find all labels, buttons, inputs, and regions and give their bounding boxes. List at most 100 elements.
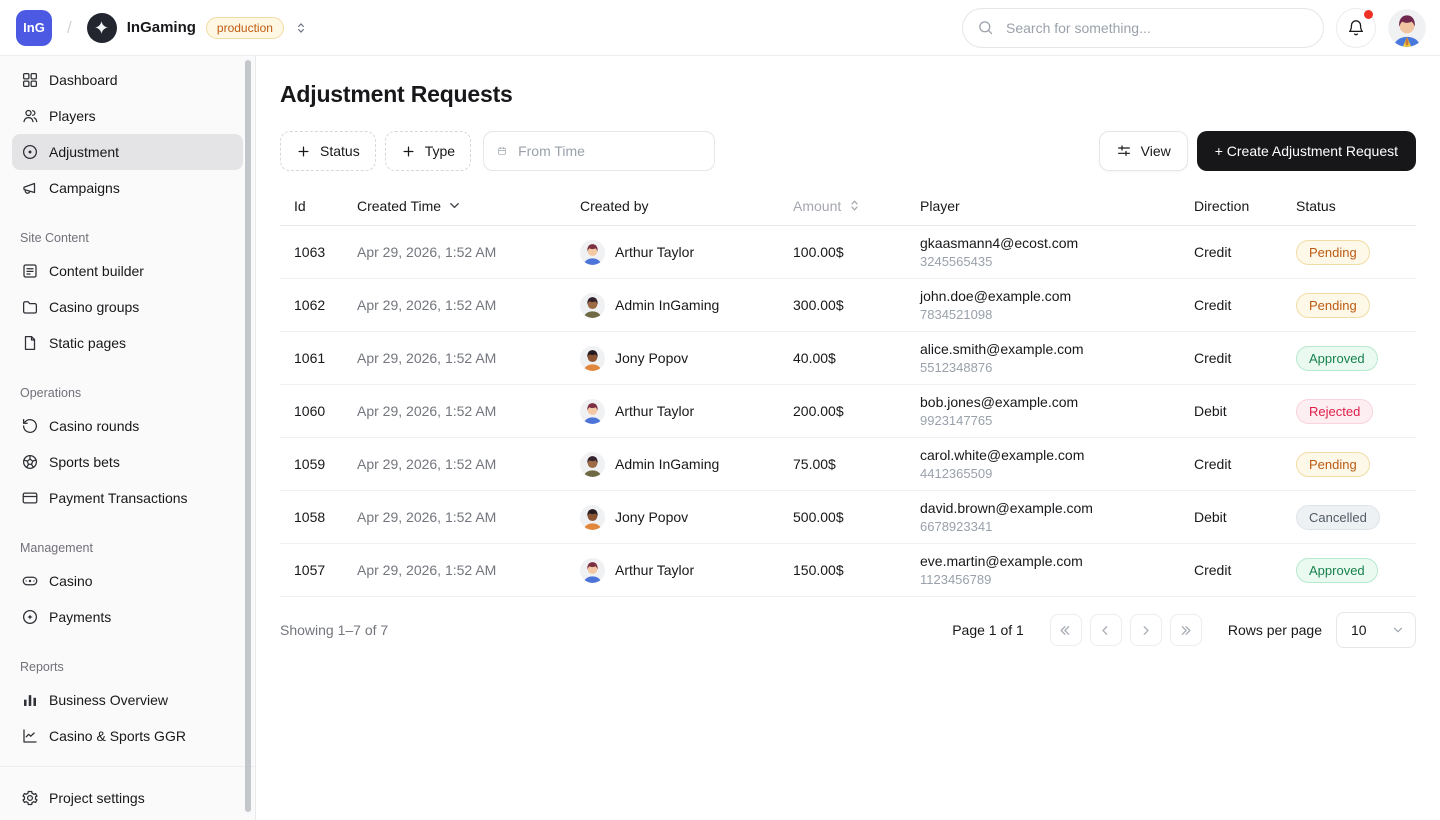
from-time-filter[interactable] bbox=[483, 131, 715, 171]
rows-per-page-label: Rows per page bbox=[1228, 622, 1322, 638]
sidebar-item-casino-sports-ggr[interactable]: Casino & Sports GGR bbox=[12, 718, 243, 754]
row-created-by: Jony Popov bbox=[580, 505, 793, 530]
create-adjustment-request-button[interactable]: + Create Adjustment Request bbox=[1197, 131, 1416, 171]
pager bbox=[1050, 614, 1202, 646]
row-created-time: Apr 29, 2026, 1:52 AM bbox=[357, 403, 580, 419]
sidebar-item-adjustment[interactable]: Adjustment bbox=[12, 134, 243, 170]
from-time-input[interactable] bbox=[516, 142, 701, 160]
first-page-button[interactable] bbox=[1050, 614, 1082, 646]
sidebar-item-label: Content builder bbox=[49, 263, 144, 279]
sidebar-item-label: Business Overview bbox=[49, 692, 168, 708]
sidebar-item-label: Static pages bbox=[49, 335, 126, 351]
creator-avatar bbox=[580, 240, 605, 265]
row-created-time: Apr 29, 2026, 1:52 AM bbox=[357, 297, 580, 313]
table-row[interactable]: 1058Apr 29, 2026, 1:52 AMJony Popov500.0… bbox=[280, 491, 1416, 544]
app-logo[interactable]: InG bbox=[16, 10, 52, 46]
sidebar-item-label: Payments bbox=[49, 609, 111, 625]
row-direction: Debit bbox=[1194, 403, 1296, 419]
row-amount: 500.00$ bbox=[793, 509, 920, 525]
column-header-status[interactable]: Status bbox=[1296, 198, 1416, 214]
column-header-created-by[interactable]: Created by bbox=[580, 198, 793, 214]
player-phone: 3245565435 bbox=[920, 254, 1194, 269]
row-created-time: Apr 29, 2026, 1:52 AM bbox=[357, 456, 580, 472]
user-avatar[interactable] bbox=[1388, 9, 1426, 47]
table-row[interactable]: 1063Apr 29, 2026, 1:52 AMArthur Taylor10… bbox=[280, 226, 1416, 279]
sidebar-item-dashboard[interactable]: Dashboard bbox=[12, 62, 243, 98]
sidebar-section-label: Management bbox=[0, 541, 255, 555]
table-row[interactable]: 1060Apr 29, 2026, 1:52 AMArthur Taylor20… bbox=[280, 385, 1416, 438]
sort-icon bbox=[847, 198, 862, 213]
bar-chart-icon bbox=[21, 691, 39, 709]
search-input[interactable] bbox=[1004, 19, 1309, 37]
table-footer: Showing 1–7 of 7 Page 1 of 1 Rows per pa… bbox=[280, 612, 1416, 648]
sidebar-item-casino[interactable]: Casino bbox=[12, 563, 243, 599]
row-amount: 75.00$ bbox=[793, 456, 920, 472]
sidebar-footer: Project settings bbox=[0, 766, 255, 820]
notifications-button[interactable] bbox=[1336, 8, 1376, 48]
main-content: Adjustment Requests Status Type View + C… bbox=[256, 56, 1440, 820]
sidebar-section-label: Operations bbox=[0, 386, 255, 400]
row-status: Approved bbox=[1296, 558, 1416, 583]
row-status: Approved bbox=[1296, 346, 1416, 371]
next-page-button[interactable] bbox=[1130, 614, 1162, 646]
row-direction: Debit bbox=[1194, 509, 1296, 525]
column-header-created-time[interactable]: Created Time bbox=[357, 198, 580, 214]
player-phone: 1123456789 bbox=[920, 572, 1194, 587]
column-header-id[interactable]: Id bbox=[280, 198, 357, 214]
sidebar-item-payments[interactable]: Payments bbox=[12, 599, 243, 635]
sidebar-item-label: Campaigns bbox=[49, 180, 120, 196]
org-switcher[interactable]: InGaming production bbox=[87, 13, 308, 43]
table-body: 1063Apr 29, 2026, 1:52 AMArthur Taylor10… bbox=[280, 226, 1416, 597]
sidebar-item-label: Casino & Sports GGR bbox=[49, 728, 186, 744]
last-page-button[interactable] bbox=[1170, 614, 1202, 646]
table-row[interactable]: 1062Apr 29, 2026, 1:52 AMAdmin InGaming3… bbox=[280, 279, 1416, 332]
global-search[interactable] bbox=[962, 8, 1324, 48]
sidebar-item-static-pages[interactable]: Static pages bbox=[12, 325, 243, 361]
sidebar-item-label: Adjustment bbox=[49, 144, 119, 160]
prev-page-button[interactable] bbox=[1090, 614, 1122, 646]
status-badge: Approved bbox=[1296, 346, 1378, 371]
player-email: gkaasmann4@ecost.com bbox=[920, 235, 1194, 251]
sidebar-item-content-builder[interactable]: Content builder bbox=[12, 253, 243, 289]
sidebar-item-project-settings[interactable]: Project settings bbox=[12, 780, 243, 816]
status-badge: Approved bbox=[1296, 558, 1378, 583]
row-created-time: Apr 29, 2026, 1:52 AM bbox=[357, 509, 580, 525]
row-amount: 200.00$ bbox=[793, 403, 920, 419]
row-player: david.brown@example.com6678923341 bbox=[920, 500, 1194, 534]
sidebar-scrollbar[interactable] bbox=[245, 60, 251, 812]
rows-per-page-select[interactable]: 10 bbox=[1336, 612, 1416, 648]
row-id: 1059 bbox=[280, 456, 357, 472]
column-header-amount[interactable]: Amount bbox=[793, 198, 920, 214]
breadcrumb-separator: / bbox=[63, 18, 76, 38]
sidebar-item-business-overview[interactable]: Business Overview bbox=[12, 682, 243, 718]
player-email: eve.martin@example.com bbox=[920, 553, 1194, 569]
sidebar-item-payment-transactions[interactable]: Payment Transactions bbox=[12, 480, 243, 516]
header-right bbox=[962, 8, 1426, 48]
row-id: 1063 bbox=[280, 244, 357, 260]
notification-dot bbox=[1364, 10, 1373, 19]
dashboard-icon bbox=[21, 71, 39, 89]
type-filter-button[interactable]: Type bbox=[385, 131, 471, 171]
view-button[interactable]: View bbox=[1099, 131, 1188, 171]
row-player: eve.martin@example.com 1123456789 bbox=[920, 553, 1194, 587]
table-row[interactable]: 1057Apr 29, 2026, 1:52 AMArthur Taylor15… bbox=[280, 544, 1416, 597]
chevrons-up-down-icon[interactable] bbox=[294, 21, 308, 35]
row-player: bob.jones@example.com9923147765 bbox=[920, 394, 1194, 428]
row-created-time: Apr 29, 2026, 1:52 AM bbox=[357, 244, 580, 260]
toolbar: Status Type View + Create Adjustment Req… bbox=[280, 131, 1416, 171]
player-phone: 7834521098 bbox=[920, 307, 1194, 322]
row-created-by: Arthur Taylor bbox=[580, 399, 793, 424]
column-header-direction[interactable]: Direction bbox=[1194, 198, 1296, 214]
row-created-time: Apr 29, 2026, 1:52 AM bbox=[357, 350, 580, 366]
status-filter-button[interactable]: Status bbox=[280, 131, 376, 171]
sidebar-item-casino-groups[interactable]: Casino groups bbox=[12, 289, 243, 325]
sidebar-item-sports-bets[interactable]: Sports bets bbox=[12, 444, 243, 480]
table-row[interactable]: 1061Apr 29, 2026, 1:52 AMJony Popov40.00… bbox=[280, 332, 1416, 385]
table-row[interactable]: 1059Apr 29, 2026, 1:52 AMAdmin InGaming7… bbox=[280, 438, 1416, 491]
chevron-right-icon bbox=[1138, 623, 1153, 638]
sidebar-item-casino-rounds[interactable]: Casino rounds bbox=[12, 408, 243, 444]
sidebar-item-players[interactable]: Players bbox=[12, 98, 243, 134]
column-header-player[interactable]: Player bbox=[920, 198, 1194, 214]
sidebar-item-campaigns[interactable]: Campaigns bbox=[12, 170, 243, 206]
row-player: carol.white@example.com4412365509 bbox=[920, 447, 1194, 481]
